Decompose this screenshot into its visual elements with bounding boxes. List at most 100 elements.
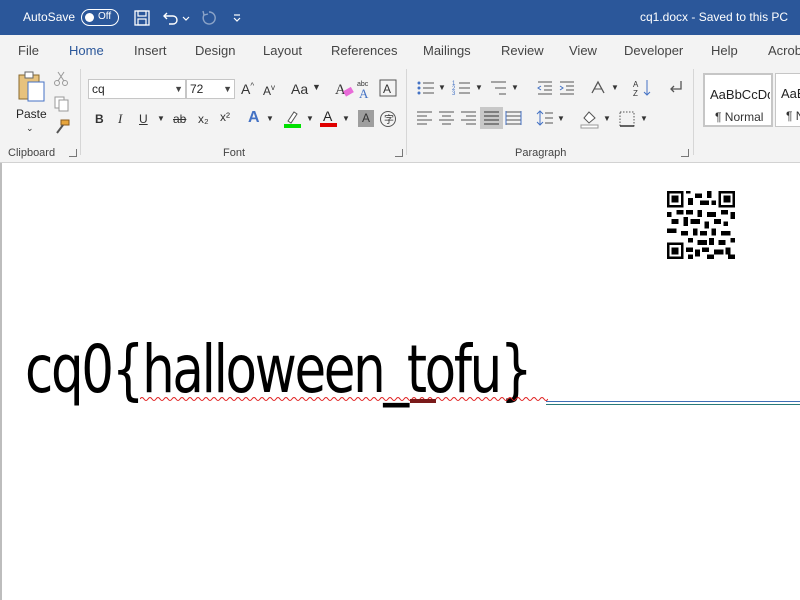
- tab-home[interactable]: Home: [69, 43, 104, 68]
- paragraph-dialog-launcher[interactable]: [681, 149, 689, 157]
- customize-toolbar-icon[interactable]: [232, 9, 242, 27]
- line-spacing-dropdown-icon[interactable]: ▼: [557, 114, 565, 123]
- svg-text:3: 3: [452, 91, 456, 97]
- font-color-swatch: [320, 123, 337, 127]
- title-bar: AutoSave Off cq1.docx - Saved to this PC: [0, 0, 800, 35]
- strikethrough-button[interactable]: ab: [173, 112, 186, 126]
- text-effects-button[interactable]: A: [248, 109, 260, 127]
- document-title: cq1.docx - Saved to this PC: [640, 10, 789, 24]
- asian-layout-dropdown-icon[interactable]: ▼: [611, 83, 619, 92]
- grow-font-button[interactable]: A^: [241, 81, 254, 97]
- page-edge: [0, 163, 2, 600]
- highlight-color-icon[interactable]: [283, 109, 303, 129]
- style-name: ¶ Normal: [715, 110, 764, 124]
- subscript-button[interactable]: x₂: [198, 112, 209, 126]
- svg-text:字: 字: [384, 113, 394, 126]
- paste-dropdown-icon[interactable]: ⌄: [26, 123, 34, 134]
- tab-view[interactable]: View: [569, 43, 597, 58]
- shrink-font-glyph: A: [263, 84, 272, 98]
- document-page[interactable]: cq0{halloween_tofu}: [0, 163, 800, 600]
- asian-layout-icon[interactable]: [589, 79, 609, 97]
- tab-review[interactable]: Review: [501, 43, 544, 58]
- copy-icon[interactable]: [54, 96, 69, 112]
- tab-insert[interactable]: Insert: [134, 43, 167, 58]
- tab-developer[interactable]: Developer: [624, 43, 683, 58]
- font-size-value: 72: [190, 82, 204, 96]
- undo-icon[interactable]: [162, 9, 180, 27]
- align-center-icon[interactable]: [438, 110, 456, 126]
- redo-icon[interactable]: [200, 9, 218, 27]
- align-right-icon[interactable]: [460, 110, 478, 126]
- font-name-value: cq: [92, 82, 105, 96]
- tab-help[interactable]: Help: [711, 43, 738, 58]
- font-name-combo[interactable]: cq ▼: [88, 79, 186, 99]
- style-no-spacing[interactable]: AaBbCcDd ¶ No: [775, 73, 800, 127]
- group-separator: [406, 69, 407, 155]
- text-effects-dropdown-icon[interactable]: ▼: [266, 114, 274, 123]
- clipboard-dialog-launcher[interactable]: [69, 149, 77, 157]
- font-color-dropdown-icon[interactable]: ▼: [342, 114, 350, 123]
- undo-dropdown-icon[interactable]: [182, 9, 190, 27]
- bullets-icon[interactable]: [416, 79, 436, 97]
- superscript-button[interactable]: x²: [220, 110, 230, 124]
- chevron-down-icon: ▼: [174, 84, 183, 94]
- shading-dropdown-icon[interactable]: ▼: [603, 114, 611, 123]
- chevron-down-icon: ▼: [223, 84, 232, 94]
- sort-icon[interactable]: AZ: [633, 78, 653, 98]
- phonetic-guide-icon[interactable]: abc A: [356, 78, 378, 100]
- tab-acrobat[interactable]: Acrob: [768, 43, 800, 58]
- numbering-dropdown-icon[interactable]: ▼: [475, 83, 483, 92]
- shading-icon[interactable]: [580, 109, 600, 129]
- format-painter-icon[interactable]: [54, 119, 70, 135]
- font-size-combo[interactable]: 72 ▼: [186, 79, 235, 99]
- paste-icon[interactable]: [16, 71, 46, 103]
- show-formatting-marks-icon[interactable]: [667, 79, 685, 97]
- autosave-label: AutoSave: [23, 10, 76, 24]
- multilevel-list-icon[interactable]: [489, 79, 509, 97]
- style-normal[interactable]: AaBbCcDd ¶ Normal: [703, 73, 773, 127]
- autosave-toggle[interactable]: Off: [81, 9, 119, 26]
- change-case-button[interactable]: Aa: [291, 81, 308, 97]
- character-shading-button[interactable]: A: [358, 110, 374, 127]
- toggle-knob: [85, 13, 94, 22]
- multilevel-dropdown-icon[interactable]: ▼: [511, 83, 519, 92]
- numbering-icon[interactable]: 1 2 3: [452, 79, 472, 97]
- font-color-glyph: A: [323, 108, 333, 124]
- change-case-dropdown-icon[interactable]: ▼: [312, 82, 321, 92]
- bullets-dropdown-icon[interactable]: ▼: [438, 83, 446, 92]
- tab-references[interactable]: References: [331, 43, 397, 58]
- justify-icon[interactable]: [480, 107, 503, 129]
- clear-formatting-icon[interactable]: A: [334, 79, 354, 99]
- svg-text:A: A: [335, 82, 346, 98]
- tab-layout[interactable]: Layout: [263, 43, 302, 58]
- tab-mailings[interactable]: Mailings: [423, 43, 471, 58]
- svg-text:A: A: [633, 80, 639, 89]
- decrease-indent-icon[interactable]: [536, 79, 554, 97]
- save-icon[interactable]: [133, 9, 151, 27]
- tab-file[interactable]: File: [18, 43, 39, 58]
- grow-font-glyph: A: [241, 81, 251, 97]
- underline-button[interactable]: U: [139, 112, 148, 126]
- highlight-dropdown-icon[interactable]: ▼: [306, 114, 314, 123]
- paste-label[interactable]: Paste: [16, 107, 47, 121]
- distributed-icon[interactable]: [505, 110, 523, 126]
- line-spacing-icon[interactable]: [536, 109, 554, 127]
- increase-indent-icon[interactable]: [558, 79, 576, 97]
- group-separator: [693, 69, 694, 155]
- font-dialog-launcher[interactable]: [395, 149, 403, 157]
- font-color-button[interactable]: A: [320, 108, 338, 128]
- shrink-font-button[interactable]: Av: [263, 83, 275, 98]
- align-left-icon[interactable]: [416, 110, 434, 126]
- enclose-characters-icon[interactable]: A: [379, 79, 397, 97]
- underline-dropdown-icon[interactable]: ▼: [157, 114, 165, 123]
- bold-button[interactable]: B: [95, 112, 104, 126]
- borders-dropdown-icon[interactable]: ▼: [640, 114, 648, 123]
- cut-icon[interactable]: [54, 71, 68, 87]
- autosave-state: Off: [98, 11, 112, 22]
- encircle-character-icon[interactable]: 字: [379, 110, 397, 128]
- borders-icon[interactable]: [618, 110, 636, 128]
- tab-design[interactable]: Design: [195, 43, 235, 58]
- paragraph-group-label: Paragraph: [515, 147, 567, 159]
- grammar-underline: [410, 399, 436, 403]
- italic-button[interactable]: I: [118, 111, 122, 127]
